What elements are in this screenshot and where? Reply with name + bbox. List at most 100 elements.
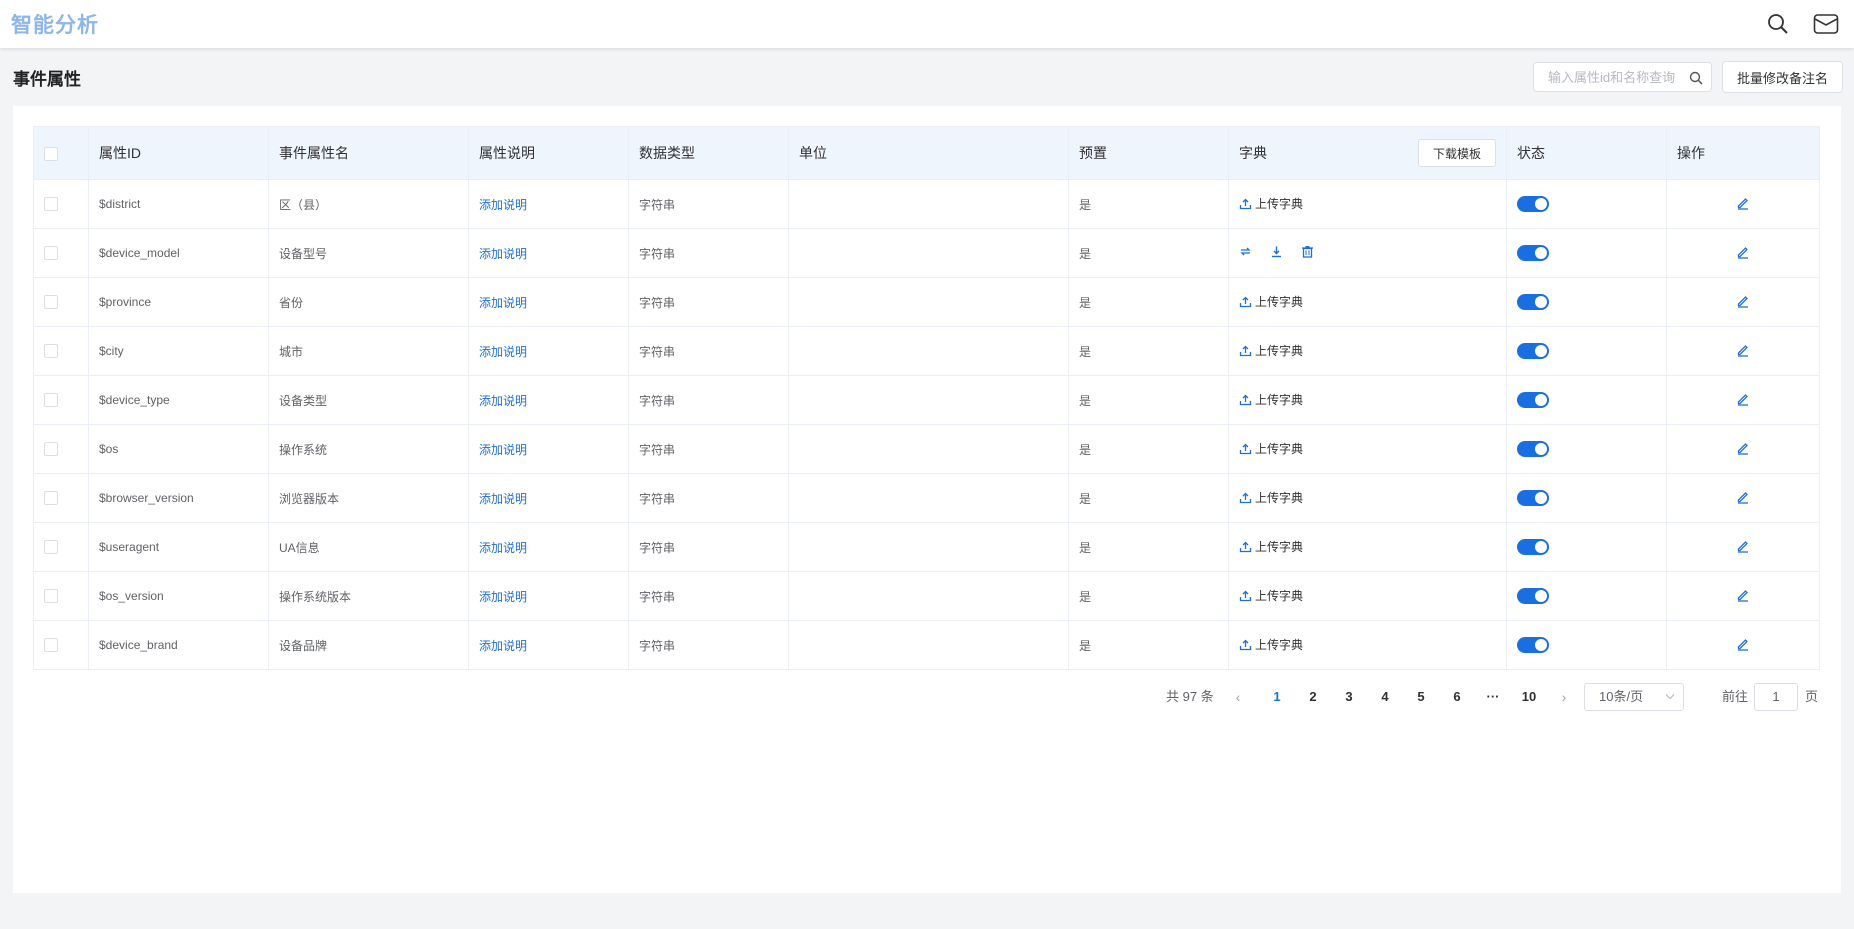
upload-dict-button[interactable]: 上传字典 [1239, 489, 1303, 506]
add-description-link[interactable]: 添加说明 [479, 198, 527, 212]
edit-icon[interactable] [1736, 588, 1750, 602]
row-checkbox[interactable] [44, 540, 58, 555]
cell-desc: 添加说明 [468, 473, 629, 523]
page-ellipsis[interactable]: ··· [1478, 682, 1508, 712]
upload-dict-button[interactable]: 上传字典 [1239, 587, 1303, 604]
delete-dict-icon[interactable] [1301, 245, 1314, 258]
row-checkbox[interactable] [44, 344, 58, 359]
row-checkbox[interactable] [44, 589, 58, 604]
page-3[interactable]: 3 [1334, 682, 1364, 712]
edit-icon[interactable] [1736, 441, 1750, 455]
cell-unit [788, 375, 1069, 425]
cell-name: 操作系统版本 [268, 571, 469, 621]
edit-icon[interactable] [1736, 392, 1750, 406]
upload-dict-button[interactable]: 上传字典 [1239, 440, 1303, 457]
download-dict-icon[interactable] [1270, 245, 1283, 258]
upload-dict-button[interactable]: 上传字典 [1239, 293, 1303, 310]
upload-dict-label: 上传字典 [1255, 540, 1304, 554]
upload-dict-button[interactable]: 上传字典 [1239, 636, 1303, 653]
cell-id: $city [88, 326, 269, 376]
edit-icon[interactable] [1736, 294, 1750, 308]
status-toggle[interactable] [1517, 637, 1549, 653]
top-bar: 智能分析 [0, 0, 1854, 48]
add-description-link[interactable]: 添加说明 [479, 541, 527, 555]
cell-type: 字符串 [628, 473, 789, 523]
add-description-link[interactable]: 添加说明 [479, 590, 527, 604]
app-title: 智能分析 [11, 12, 99, 37]
replace-dict-icon[interactable] [1239, 245, 1252, 258]
row-checkbox[interactable] [44, 197, 58, 212]
batch-edit-button[interactable]: 批量修改备注名 [1721, 61, 1843, 93]
cell-status [1506, 620, 1667, 670]
add-description-link[interactable]: 添加说明 [479, 345, 527, 359]
mail-icon[interactable] [1812, 10, 1840, 38]
status-toggle[interactable] [1517, 343, 1549, 359]
page-5[interactable]: 5 [1406, 682, 1436, 712]
status-toggle[interactable] [1517, 245, 1549, 261]
edit-icon[interactable] [1736, 539, 1750, 553]
page-10[interactable]: 10 [1514, 682, 1544, 712]
page-size-select[interactable]: 10条/页 [1584, 683, 1684, 711]
page-6[interactable]: 6 [1442, 682, 1472, 712]
row-checkbox[interactable] [44, 442, 58, 457]
cell-preset: 是 [1068, 571, 1229, 621]
status-toggle[interactable] [1517, 441, 1549, 457]
edit-icon[interactable] [1736, 196, 1750, 210]
row-checkbox[interactable] [44, 393, 58, 408]
table-row: $useragent UA信息 添加说明 字符串 是 上传字典 [33, 522, 1820, 572]
edit-icon[interactable] [1736, 637, 1750, 651]
goto-page-input[interactable] [1754, 683, 1798, 711]
page-4[interactable]: 4 [1370, 682, 1400, 712]
upload-dict-button[interactable]: 上传字典 [1239, 195, 1303, 212]
cell-unit [788, 277, 1069, 327]
cell-preset: 是 [1068, 473, 1229, 523]
upload-icon [1239, 393, 1252, 406]
header-select-all [33, 126, 89, 180]
select-all-checkbox[interactable] [44, 147, 58, 162]
cell-dict: 上传字典 [1228, 522, 1507, 572]
add-description-link[interactable]: 添加说明 [479, 394, 527, 408]
search-input[interactable] [1533, 63, 1684, 91]
cell-unit [788, 571, 1069, 621]
status-toggle[interactable] [1517, 196, 1549, 212]
content-panel: 属性ID 事件属性名 属性说明 数据类型 单位 预置 字典 下载模板 状态 操作… [13, 106, 1841, 893]
next-page-icon[interactable]: › [1553, 682, 1575, 712]
pagination: 共 97 条 ‹ 1 2 3 4 5 6 ··· 10 › 10条/页 前往 页 [13, 682, 1841, 712]
status-toggle[interactable] [1517, 539, 1549, 555]
upload-dict-button[interactable]: 上传字典 [1239, 391, 1303, 408]
status-toggle[interactable] [1517, 392, 1549, 408]
upload-dict-button[interactable]: 上传字典 [1239, 342, 1303, 359]
status-toggle[interactable] [1517, 588, 1549, 604]
row-select-cell [33, 571, 89, 621]
pagination-total: 共 97 条 [1166, 689, 1214, 704]
page-2[interactable]: 2 [1298, 682, 1328, 712]
search-icon[interactable] [1764, 10, 1792, 38]
search-input-icon[interactable] [1689, 71, 1703, 88]
add-description-link[interactable]: 添加说明 [479, 247, 527, 261]
add-description-link[interactable]: 添加说明 [479, 639, 527, 653]
cell-name: 城市 [268, 326, 469, 376]
cell-name: 省份 [268, 277, 469, 327]
prev-page-icon[interactable]: ‹ [1227, 682, 1249, 712]
cell-id: $province [88, 277, 269, 327]
cell-dict: 上传字典 [1228, 326, 1507, 376]
add-description-link[interactable]: 添加说明 [479, 443, 527, 457]
row-checkbox[interactable] [44, 246, 58, 261]
download-template-button[interactable]: 下载模板 [1417, 139, 1496, 167]
cell-type: 字符串 [628, 277, 789, 327]
status-toggle[interactable] [1517, 294, 1549, 310]
row-checkbox[interactable] [44, 295, 58, 310]
status-toggle[interactable] [1517, 490, 1549, 506]
row-checkbox[interactable] [44, 638, 58, 653]
cell-status [1506, 522, 1667, 572]
edit-icon[interactable] [1736, 343, 1750, 357]
upload-dict-label: 上传字典 [1255, 638, 1304, 652]
upload-dict-button[interactable]: 上传字典 [1239, 538, 1303, 555]
row-checkbox[interactable] [44, 491, 58, 506]
edit-icon[interactable] [1736, 245, 1750, 259]
page-1[interactable]: 1 [1262, 682, 1292, 712]
add-description-link[interactable]: 添加说明 [479, 492, 527, 506]
chevron-down-icon [1665, 690, 1675, 700]
edit-icon[interactable] [1736, 490, 1750, 504]
add-description-link[interactable]: 添加说明 [479, 296, 527, 310]
